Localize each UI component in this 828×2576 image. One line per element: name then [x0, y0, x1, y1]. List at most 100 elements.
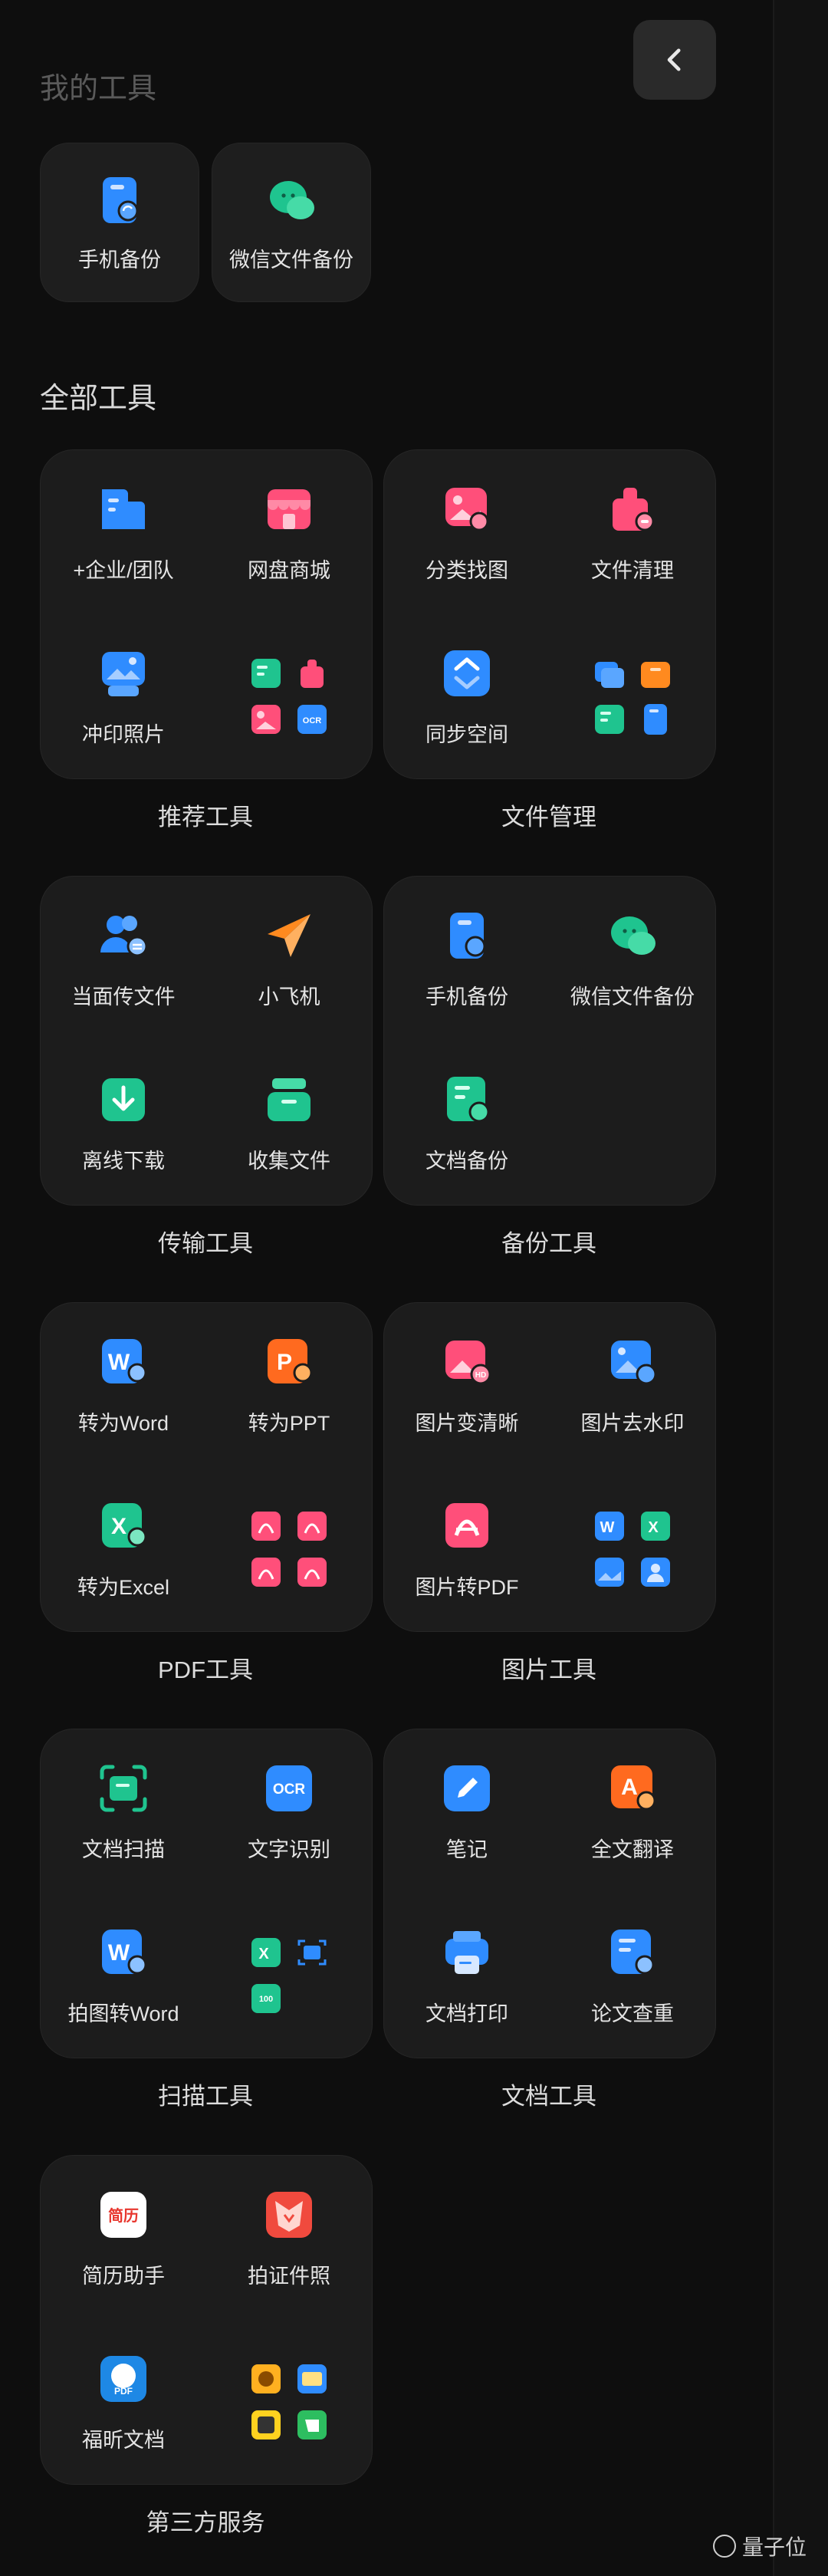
tool-store[interactable]: 网盘商城: [206, 450, 372, 614]
tool-image-to-pdf[interactable]: 图片转PDF: [384, 1467, 550, 1631]
puzzle-mini-icon: [301, 660, 324, 688]
my-tool-phone-backup[interactable]: 手机备份: [40, 143, 199, 302]
doc-backup-mini-icon: [251, 659, 281, 688]
phone-mini-icon: [644, 704, 667, 735]
my-tool-wechat-backup[interactable]: 微信文件备份: [212, 143, 371, 302]
scan-icon: [100, 1765, 147, 1811]
tool-foxit-docs[interactable]: PDF 福昕文档: [41, 2320, 206, 2484]
score-100-mini-icon: 100: [251, 1984, 281, 2013]
tool-file-cleanup[interactable]: 文件清理: [550, 450, 715, 614]
more-third-party-services[interactable]: [206, 2320, 372, 2484]
tool-face-to-face-transfer[interactable]: 当面传文件: [41, 877, 206, 1041]
group-title-backup: 备份工具: [501, 1230, 596, 1257]
tool-image-enhance[interactable]: HD 图片变清晰: [384, 1303, 550, 1467]
tool-photo-to-word[interactable]: W 拍图转Word: [41, 1893, 206, 2058]
ppt-icon: P: [268, 1338, 313, 1383]
svg-text:X: X: [648, 1519, 659, 1536]
paper-check-icon: [611, 1929, 655, 1974]
tool-label: 分类找图: [426, 558, 508, 582]
folder-mini-icon: [595, 662, 624, 688]
tool-label: 文档备份: [426, 1149, 508, 1173]
tool-label: 微信文件备份: [570, 985, 695, 1008]
more-image-tools[interactable]: W X: [550, 1467, 715, 1631]
svg-text:X: X: [258, 1946, 269, 1962]
tool-label: 图片转PDF: [415, 1575, 519, 1599]
group-pdf: W 转为Word P 转为PPT X 转为Excel: [40, 1302, 373, 1632]
tool-print-photos[interactable]: 冲印照片: [41, 614, 206, 778]
tool-label: 文档扫描: [82, 1837, 165, 1861]
more-scan-tools[interactable]: X 100: [206, 1893, 372, 2058]
orange-app-mini-icon: [251, 2364, 281, 2393]
doc-mini-icon: [595, 705, 624, 734]
svg-text:P: P: [277, 1350, 292, 1375]
evernote-mini-icon: [297, 2410, 327, 2439]
tool-offline-download[interactable]: 离线下载: [41, 1041, 206, 1205]
person-card-mini-icon: [641, 1558, 670, 1587]
wechat-backup-icon: [270, 180, 314, 219]
tool-resume-assistant[interactable]: 简历 简历助手: [41, 2156, 206, 2320]
more-recommended-tools[interactable]: OCR: [206, 614, 372, 778]
excel-mini-icon: X: [251, 1938, 281, 1967]
group-title-image: 图片工具: [501, 1656, 596, 1683]
group-image: HD 图片变清晰 图片去水印 图片转PDF W X: [383, 1302, 716, 1632]
tool-label: 文件清理: [591, 558, 674, 582]
tool-label: 小飞机: [258, 985, 320, 1008]
svg-text:简历: 简历: [108, 2206, 139, 2225]
tool-document-print[interactable]: 文档打印: [384, 1893, 550, 2058]
phone-backup-icon: [450, 912, 486, 959]
tool-to-excel[interactable]: X 转为Excel: [41, 1467, 206, 1631]
svg-text:PDF: PDF: [114, 2386, 133, 2397]
tool-document-backup[interactable]: 文档备份: [384, 1041, 550, 1205]
pdf-mini-icon: [297, 1512, 327, 1541]
tool-to-ppt[interactable]: P 转为PPT: [206, 1303, 372, 1467]
more-pdf-tools[interactable]: [206, 1467, 372, 1631]
more-file-tools[interactable]: [550, 614, 715, 778]
svg-text:X: X: [111, 1514, 127, 1539]
back-button[interactable]: [633, 20, 716, 100]
orange-box-mini-icon: [641, 662, 670, 688]
tool-collect-files[interactable]: 收集文件: [206, 1041, 372, 1205]
tool-full-translate[interactable]: A 全文翻译: [550, 1729, 715, 1893]
tool-label: 图片变清晰: [415, 1411, 519, 1435]
tool-wechat-backup[interactable]: 微信文件备份: [550, 877, 715, 1041]
background-panel-edge: [773, 0, 828, 2576]
image-hd-icon: HD: [445, 1340, 491, 1384]
image-mini-icon: [251, 705, 281, 734]
tool-paper-plane[interactable]: 小飞机: [206, 877, 372, 1041]
group-file-management: 分类找图 文件清理 同步空间: [383, 449, 716, 779]
tool-label: 福昕文档: [82, 2428, 165, 2452]
group-title-scan: 扫描工具: [158, 2083, 253, 2110]
group-third-party: 简历 简历助手 拍证件照 PDF 福昕文档: [40, 2155, 373, 2485]
tool-label: 笔记: [446, 1837, 488, 1861]
group-title-third-party: 第三方服务: [146, 2509, 265, 2536]
excel-mini-icon: X: [641, 1512, 670, 1541]
mini-icon-grid: [248, 1508, 330, 1590]
tool-categorize-photos[interactable]: 分类找图: [384, 450, 550, 614]
tool-sync-space[interactable]: 同步空间: [384, 614, 550, 778]
tool-label: 同步空间: [426, 722, 508, 746]
group-recommended: +企业/团队 网盘商城 冲印照片 OCR: [40, 449, 373, 779]
tool-label: 手机备份: [426, 985, 508, 1008]
tool-notes[interactable]: 笔记: [384, 1729, 550, 1893]
tool-label: 转为Excel: [77, 1575, 170, 1599]
tool-phone-backup[interactable]: 手机备份: [384, 877, 550, 1041]
tool-document-scan[interactable]: 文档扫描: [41, 1729, 206, 1893]
group-title-transfer: 传输工具: [158, 1230, 253, 1257]
group-backup: 手机备份 微信文件备份 文档备份: [383, 876, 716, 1206]
group-title-pdf: PDF工具: [158, 1656, 253, 1683]
image-mini-icon: [595, 1558, 624, 1587]
ocr-icon: OCR: [266, 1765, 312, 1811]
tool-text-recognition[interactable]: OCR 文字识别: [206, 1729, 372, 1893]
people-transfer-icon: [100, 915, 148, 956]
tool-plagiarism-check[interactable]: 论文查重: [550, 1893, 715, 2058]
tool-enterprise-team[interactable]: +企业/团队: [41, 450, 206, 614]
printer-icon: [445, 1930, 488, 1974]
group-title-file-management: 文件管理: [501, 804, 596, 831]
group-title-document: 文档工具: [501, 2083, 596, 2110]
tool-label: 全文翻译: [591, 1837, 674, 1861]
tool-id-photo[interactable]: 拍证件照: [206, 2156, 372, 2320]
tool-remove-watermark[interactable]: 图片去水印: [550, 1303, 715, 1467]
id-photo-icon: [266, 2191, 312, 2238]
tool-to-word[interactable]: W 转为Word: [41, 1303, 206, 1467]
tool-label: 转为Word: [77, 1411, 169, 1435]
